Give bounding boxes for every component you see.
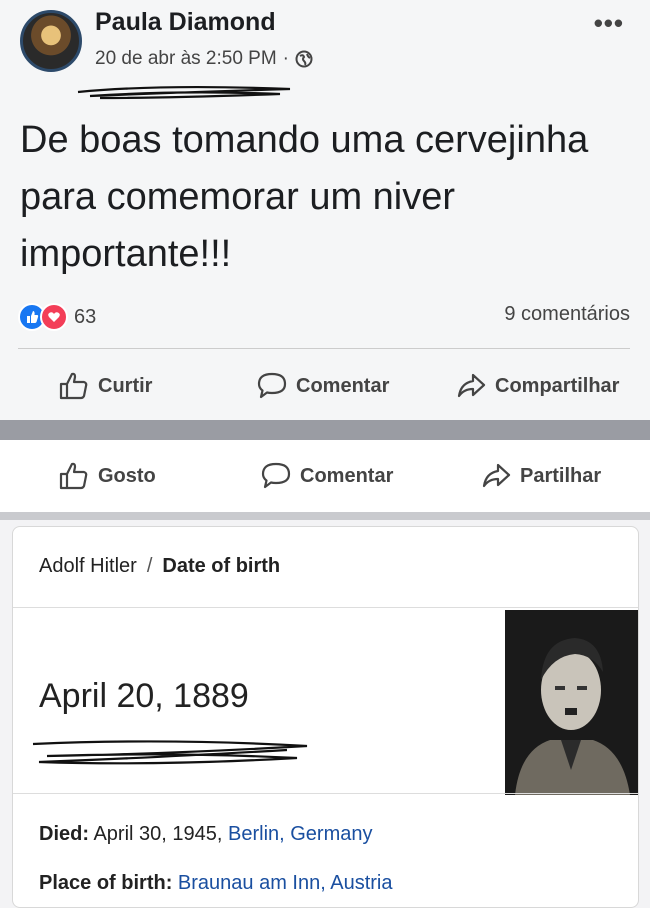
share-label: Compartilhar — [495, 374, 620, 397]
comment-bubble-icon — [261, 462, 291, 489]
share-arrow-icon — [482, 463, 511, 488]
reaction-count: 63 — [74, 305, 97, 328]
comment-button[interactable]: Comentar — [256, 371, 389, 401]
died-label: Died: — [39, 823, 89, 845]
section-separator — [0, 420, 650, 440]
post-text: De boas tomando uma cervejinha para come… — [20, 119, 589, 275]
divider — [13, 793, 638, 794]
scribble-mark — [77, 85, 291, 100]
like-button-2[interactable]: Gosto — [58, 461, 156, 491]
post-actions-bar-2: Gosto Comentar Partilhar — [0, 458, 650, 494]
like-button[interactable]: Curtir — [58, 371, 152, 401]
knowledge-card: Adolf Hitler / Date of birth April 20, 188… — [12, 526, 639, 908]
scribble-mark — [32, 740, 308, 765]
comment-label-2: Comentar — [300, 464, 394, 487]
died-date: April 30, 1945, — [93, 823, 223, 845]
breadcrumb-entity[interactable]: Adolf Hitler — [39, 555, 137, 577]
post-timestamp[interactable]: 20 de abr às 2:50 PM — [95, 48, 277, 70]
birthplace-label: Place of birth: — [39, 872, 173, 894]
section-separator-2 — [0, 512, 650, 520]
like-label-2: Gosto — [98, 464, 156, 487]
post-meta: 20 de abr às 2:50 PM · — [95, 48, 313, 70]
globe-icon — [295, 50, 313, 68]
meta-separator: · — [282, 48, 289, 69]
breadcrumb-current: Date of birth — [162, 555, 281, 577]
share-label-2: Partilhar — [520, 464, 602, 487]
like-label: Curtir — [98, 374, 153, 397]
share-button[interactable]: Compartilhar — [455, 371, 619, 401]
share-button-2[interactable]: Partilhar — [480, 461, 601, 491]
avatar[interactable] — [20, 10, 82, 72]
comment-bubble-icon — [257, 372, 287, 399]
comments-count-link[interactable]: 9 comentários — [504, 303, 630, 326]
birthplace-fact: Place of birth: Braunau am Inn, Austria — [39, 872, 393, 895]
thumbs-up-icon — [59, 372, 88, 400]
facebook-post: Paula Diamond 20 de abr às 2:50 PM · •••… — [0, 0, 650, 420]
date-of-birth-value: April 20, 1889 — [39, 677, 249, 715]
more-options-icon[interactable]: ••• — [594, 8, 624, 39]
post-author[interactable]: Paula Diamond — [95, 8, 276, 37]
died-fact: Died: April 30, 1945, Berlin, Germany — [39, 823, 373, 846]
portrait-image[interactable] — [505, 610, 638, 795]
birthplace-link[interactable]: Braunau am Inn, Austria — [178, 872, 393, 894]
breadcrumb: Adolf Hitler / Date of birth — [39, 555, 280, 578]
divider — [18, 348, 630, 349]
breadcrumb-separator: / — [146, 555, 153, 577]
comment-button-2[interactable]: Comentar — [260, 461, 393, 491]
reactions-summary[interactable]: 63 — [18, 303, 96, 331]
post-actions-bar: Curtir Comentar Compartilhar — [0, 368, 650, 404]
divider — [13, 607, 638, 608]
share-arrow-icon — [457, 373, 486, 398]
thumbs-up-icon — [59, 462, 88, 490]
died-place-link[interactable]: Berlin, Germany — [228, 823, 373, 845]
love-reaction-icon — [40, 303, 68, 331]
comment-label: Comentar — [296, 374, 390, 397]
